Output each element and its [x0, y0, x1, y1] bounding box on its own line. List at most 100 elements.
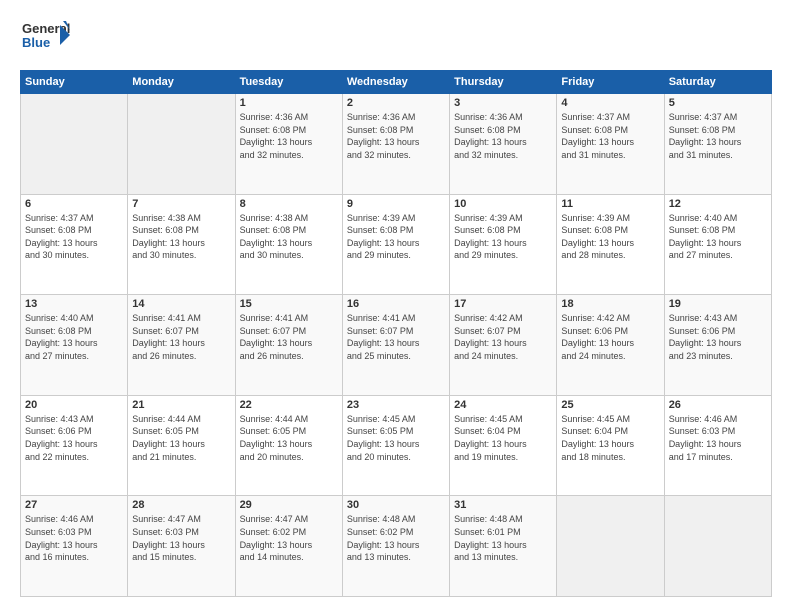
calendar-day-header: Friday: [557, 71, 664, 94]
day-number: 24: [454, 399, 552, 411]
calendar-week-row: 1 Sunrise: 4:36 AM Sunset: 6:08 PM Daylig…: [21, 94, 772, 195]
day-number: 17: [454, 298, 552, 310]
calendar-day-cell: 14 Sunrise: 4:41 AM Sunset: 6:07 PM Dayli…: [128, 295, 235, 396]
day-number: 28: [132, 499, 230, 511]
day-info: Sunrise: 4:40 AM Sunset: 6:08 PM Dayligh…: [669, 212, 767, 262]
day-info: Sunrise: 4:47 AM Sunset: 6:02 PM Dayligh…: [240, 513, 338, 563]
calendar-day-cell: [21, 94, 128, 195]
calendar-day-cell: 27 Sunrise: 4:46 AM Sunset: 6:03 PM Dayli…: [21, 496, 128, 597]
day-number: 10: [454, 198, 552, 210]
day-number: 31: [454, 499, 552, 511]
day-info: Sunrise: 4:39 AM Sunset: 6:08 PM Dayligh…: [561, 212, 659, 262]
day-info: Sunrise: 4:39 AM Sunset: 6:08 PM Dayligh…: [347, 212, 445, 262]
calendar-day-cell: 10 Sunrise: 4:39 AM Sunset: 6:08 PM Dayli…: [450, 194, 557, 295]
day-number: 4: [561, 97, 659, 109]
calendar-day-cell: 7 Sunrise: 4:38 AM Sunset: 6:08 PM Daylig…: [128, 194, 235, 295]
calendar-day-cell: 9 Sunrise: 4:39 AM Sunset: 6:08 PM Daylig…: [342, 194, 449, 295]
day-info: Sunrise: 4:38 AM Sunset: 6:08 PM Dayligh…: [240, 212, 338, 262]
day-number: 13: [25, 298, 123, 310]
calendar-day-cell: 3Sunrise: 4:36 AM Sunset: 6:08 PM Daylig…: [450, 94, 557, 195]
calendar-day-cell: 12 Sunrise: 4:40 AM Sunset: 6:08 PM Dayli…: [664, 194, 771, 295]
day-number: 12: [669, 198, 767, 210]
day-number: 21: [132, 399, 230, 411]
day-number: 9: [347, 198, 445, 210]
day-info: Sunrise: 4:46 AM Sunset: 6:03 PM Dayligh…: [669, 413, 767, 463]
day-number: 25: [561, 399, 659, 411]
calendar-day-cell: [128, 94, 235, 195]
calendar-day-cell: 2 Sunrise: 4:36 AM Sunset: 6:08 PM Daylig…: [342, 94, 449, 195]
day-number: 6: [25, 198, 123, 210]
calendar-day-cell: 18 Sunrise: 4:42 AM Sunset: 6:06 PM Dayli…: [557, 295, 664, 396]
day-info: Sunrise: 4:42 AM Sunset: 6:06 PM Dayligh…: [561, 312, 659, 362]
calendar-day-cell: 13 Sunrise: 4:40 AM Sunset: 6:08 PM Dayli…: [21, 295, 128, 396]
calendar-table: SundayMondayTuesdayWednesdayThursdayFrid…: [20, 70, 772, 597]
calendar-day-cell: 25 Sunrise: 4:45 AM Sunset: 6:04 PM Dayli…: [557, 395, 664, 496]
day-info: Sunrise: 4:41 AM Sunset: 6:07 PM Dayligh…: [132, 312, 230, 362]
day-info: Sunrise: 4:45 AM Sunset: 6:04 PM Dayligh…: [561, 413, 659, 463]
calendar-day-cell: 15 Sunrise: 4:41 AM Sunset: 6:07 PM Dayli…: [235, 295, 342, 396]
day-number: 27: [25, 499, 123, 511]
calendar-day-cell: 28 Sunrise: 4:47 AM Sunset: 6:03 PM Dayli…: [128, 496, 235, 597]
calendar-header-row: SundayMondayTuesdayWednesdayThursdayFrid…: [21, 71, 772, 94]
calendar-day-cell: 21 Sunrise: 4:44 AM Sunset: 6:05 PM Dayli…: [128, 395, 235, 496]
calendar-day-cell: 1 Sunrise: 4:36 AM Sunset: 6:08 PM Daylig…: [235, 94, 342, 195]
day-number: 23: [347, 399, 445, 411]
day-number: 26: [669, 399, 767, 411]
calendar-day-cell: 20 Sunrise: 4:43 AM Sunset: 6:06 PM Dayli…: [21, 395, 128, 496]
calendar-day-cell: [664, 496, 771, 597]
day-info: Sunrise: 4:43 AM Sunset: 6:06 PM Dayligh…: [25, 413, 123, 463]
day-number: 30: [347, 499, 445, 511]
calendar-day-cell: 29 Sunrise: 4:47 AM Sunset: 6:02 PM Dayli…: [235, 496, 342, 597]
logo: General Blue: [20, 15, 70, 62]
day-info: Sunrise: 4:37 AM Sunset: 6:08 PM Dayligh…: [25, 212, 123, 262]
calendar-day-cell: 5 Sunrise: 4:37 AM Sunset: 6:08 PM Daylig…: [664, 94, 771, 195]
day-info: Sunrise: 4:45 AM Sunset: 6:05 PM Dayligh…: [347, 413, 445, 463]
calendar-day-cell: 6 Sunrise: 4:37 AM Sunset: 6:08 PM Daylig…: [21, 194, 128, 295]
day-number: 19: [669, 298, 767, 310]
day-info: Sunrise: 4:36 AM Sunset: 6:08 PM Dayligh…: [347, 111, 445, 161]
day-number: 15: [240, 298, 338, 310]
day-info: Sunrise: 4:47 AM Sunset: 6:03 PM Dayligh…: [132, 513, 230, 563]
day-number: 16: [347, 298, 445, 310]
calendar-day-cell: 19 Sunrise: 4:43 AM Sunset: 6:06 PM Dayli…: [664, 295, 771, 396]
day-number: 1: [240, 97, 338, 109]
day-number: 8: [240, 198, 338, 210]
day-number: 29: [240, 499, 338, 511]
day-info: Sunrise: 4:37 AM Sunset: 6:08 PM Dayligh…: [669, 111, 767, 161]
day-info: Sunrise: 4:40 AM Sunset: 6:08 PM Dayligh…: [25, 312, 123, 362]
day-info: Sunrise: 4:43 AM Sunset: 6:06 PM Dayligh…: [669, 312, 767, 362]
day-info: Sunrise: 4:45 AM Sunset: 6:04 PM Dayligh…: [454, 413, 552, 463]
calendar-day-cell: 26 Sunrise: 4:46 AM Sunset: 6:03 PM Dayli…: [664, 395, 771, 496]
calendar-day-header: Tuesday: [235, 71, 342, 94]
day-info: Sunrise: 4:39 AM Sunset: 6:08 PM Dayligh…: [454, 212, 552, 262]
calendar-day-cell: 17Sunrise: 4:42 AM Sunset: 6:07 PM Dayli…: [450, 295, 557, 396]
calendar-day-cell: 11 Sunrise: 4:39 AM Sunset: 6:08 PM Dayli…: [557, 194, 664, 295]
day-number: 5: [669, 97, 767, 109]
calendar-day-cell: [557, 496, 664, 597]
calendar-day-cell: 8 Sunrise: 4:38 AM Sunset: 6:08 PM Daylig…: [235, 194, 342, 295]
calendar-day-header: Monday: [128, 71, 235, 94]
day-number: 7: [132, 198, 230, 210]
calendar-day-header: Thursday: [450, 71, 557, 94]
day-info: Sunrise: 4:38 AM Sunset: 6:08 PM Dayligh…: [132, 212, 230, 262]
day-info: Sunrise: 4:37 AM Sunset: 6:08 PM Dayligh…: [561, 111, 659, 161]
calendar-day-cell: 23 Sunrise: 4:45 AM Sunset: 6:05 PM Dayli…: [342, 395, 449, 496]
day-number: 18: [561, 298, 659, 310]
day-info: Sunrise: 4:41 AM Sunset: 6:07 PM Dayligh…: [347, 312, 445, 362]
header: General Blue: [20, 15, 772, 62]
calendar-day-header: Saturday: [664, 71, 771, 94]
calendar-day-cell: 31 Sunrise: 4:48 AM Sunset: 6:01 PM Dayli…: [450, 496, 557, 597]
svg-text:Blue: Blue: [22, 35, 50, 50]
day-number: 20: [25, 399, 123, 411]
calendar-week-row: 13 Sunrise: 4:40 AM Sunset: 6:08 PM Dayli…: [21, 295, 772, 396]
day-info: Sunrise: 4:48 AM Sunset: 6:01 PM Dayligh…: [454, 513, 552, 563]
day-info: Sunrise: 4:44 AM Sunset: 6:05 PM Dayligh…: [132, 413, 230, 463]
day-number: 14: [132, 298, 230, 310]
day-number: 11: [561, 198, 659, 210]
day-number: 3: [454, 97, 552, 109]
day-number: 2: [347, 97, 445, 109]
day-info: Sunrise: 4:41 AM Sunset: 6:07 PM Dayligh…: [240, 312, 338, 362]
calendar-day-cell: 22Sunrise: 4:44 AM Sunset: 6:05 PM Dayli…: [235, 395, 342, 496]
day-info: Sunrise: 4:36 AM Sunset: 6:08 PM Dayligh…: [240, 111, 338, 161]
day-info: Sunrise: 4:46 AM Sunset: 6:03 PM Dayligh…: [25, 513, 123, 563]
